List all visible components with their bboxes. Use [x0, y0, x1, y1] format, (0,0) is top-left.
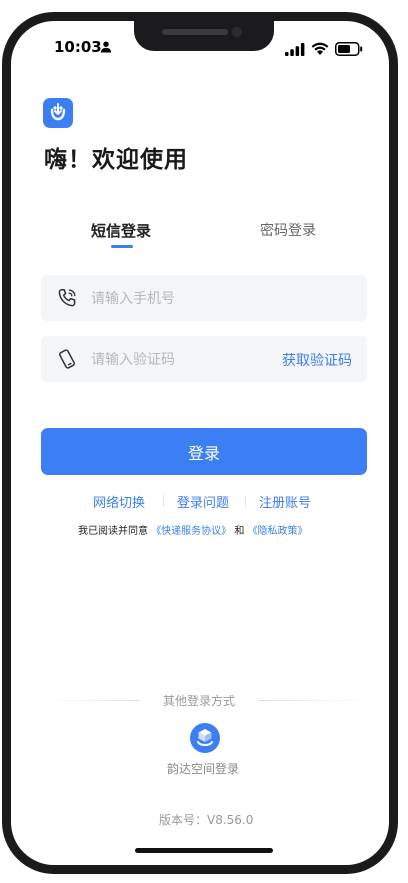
welcome-title: 嗨！欢迎使用 [44, 147, 188, 173]
privacy-policy-link[interactable]: 《隐私政策》 [248, 526, 308, 537]
other-login-divider: 其他登录方式 [48, 692, 368, 710]
mobile-phone-icon [58, 349, 76, 369]
divider-line [48, 700, 140, 701]
front-camera [232, 27, 242, 37]
yunda-space-icon [197, 729, 213, 746]
register-account-link[interactable]: 注册账号 [259, 492, 311, 511]
get-code-button[interactable]: 获取验证码 [282, 350, 352, 370]
person-icon [100, 41, 112, 53]
status-icons [285, 38, 365, 58]
phone-field [41, 275, 367, 323]
agreement-text: 我已阅读并同意 《快递服务协议》 和 《隐私政策》 [78, 522, 308, 537]
speaker [162, 29, 228, 35]
tab-password-login[interactable]: 密码登录 [260, 220, 316, 240]
active-tab-indicator [111, 245, 133, 248]
other-login-label: 其他登录方式 [163, 694, 236, 708]
link-divider [245, 495, 246, 507]
divider-line [258, 700, 368, 701]
agreement-conjunction: 和 [234, 526, 245, 537]
code-field: 获取验证码 [41, 336, 367, 384]
tab-password-login-label: 密码登录 [260, 223, 316, 239]
status-time: 10:03 [54, 38, 102, 56]
login-button[interactable]: 登录 [41, 428, 367, 475]
phone-frame: 10:03 嗨！欢迎使用 短信登录 密码登录 请输入手机号 请输入验证码 获取验… [0, 0, 408, 883]
tab-sms-login-label: 短信登录 [91, 222, 152, 240]
yunda-space-login-button[interactable] [190, 723, 220, 753]
signal-icon [285, 43, 305, 56]
phone-icon [58, 289, 76, 307]
help-links: 网络切换 登录问题 注册账号 [41, 492, 367, 511]
service-agreement-link[interactable]: 《快递服务协议》 [151, 526, 231, 537]
version-text: 版本号：V8.56.0 [159, 813, 254, 827]
device-notch [134, 14, 274, 51]
wifi-icon [311, 42, 329, 55]
phone-input[interactable] [89, 275, 293, 323]
yunda-space-login-label: 韵达空间登录 [167, 762, 240, 776]
network-switch-link[interactable]: 网络切换 [93, 492, 145, 511]
yunda-logo-icon [43, 98, 73, 128]
home-indicator [135, 848, 273, 853]
tab-sms-login[interactable]: 短信登录 [91, 220, 152, 248]
login-problem-link[interactable]: 登录问题 [177, 492, 229, 511]
code-input[interactable] [89, 336, 293, 384]
battery-icon [335, 42, 363, 56]
link-divider [163, 495, 164, 507]
agreement-prefix: 我已阅读并同意 [78, 526, 148, 537]
